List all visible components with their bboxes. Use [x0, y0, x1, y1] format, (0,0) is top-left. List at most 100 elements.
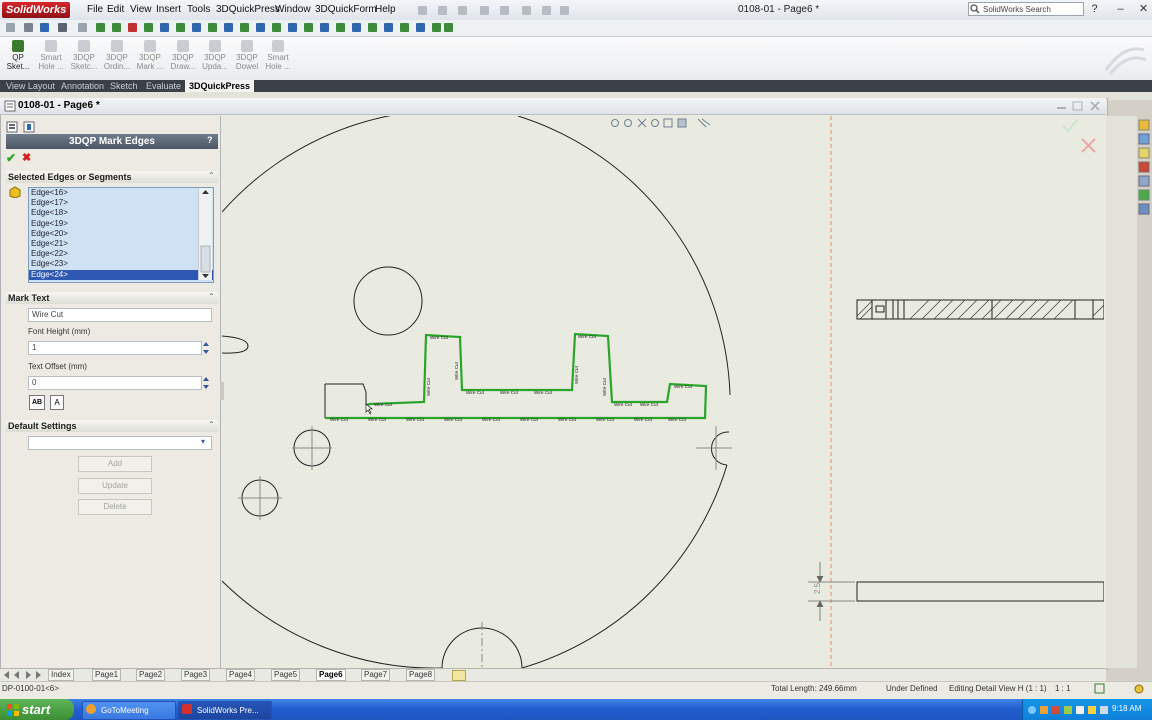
search-input[interactable]: SolidWorks Search	[968, 2, 1084, 16]
sheet-tab-page8[interactable]: Page8	[406, 669, 436, 681]
close-button[interactable]: ✕	[1137, 3, 1150, 16]
collapse-chevron-icon[interactable]: ⌃	[208, 171, 215, 180]
menu-insert[interactable]: Insert	[156, 3, 181, 17]
font-height-input[interactable]: 1	[28, 341, 202, 355]
list-item-selected[interactable]: Edge<24>	[29, 269, 213, 280]
confirm-corner-check-icon[interactable]	[1062, 119, 1078, 133]
qp-sketch-icon	[12, 40, 24, 52]
status-icons[interactable]	[1094, 683, 1148, 695]
sheet-tab-page5[interactable]: Page5	[271, 669, 301, 681]
menu-edit[interactable]: Edit	[107, 3, 124, 17]
taskbar-item-solidworks[interactable]: SolidWorks Pre...	[178, 701, 272, 720]
scrollbar-arrows[interactable]	[199, 188, 212, 280]
document-window-controls[interactable]	[1055, 100, 1103, 112]
3dqp-sketch-button[interactable]: 3DQP Sketc...	[68, 40, 100, 71]
list-item[interactable]: Edge<17>	[29, 198, 213, 208]
default-settings-select[interactable]	[28, 436, 212, 450]
mark-text-group-header[interactable]: Mark Text	[6, 292, 218, 304]
side-plate-view[interactable]	[856, 581, 1104, 602]
3dqp-dowel-button[interactable]: 3DQP Dowel	[231, 40, 263, 71]
list-item[interactable]: Edge<16>	[29, 188, 213, 198]
menu-file[interactable]: File	[87, 3, 103, 17]
confirm-corner-cancel-icon[interactable]	[1081, 138, 1096, 153]
panel-resize-handle[interactable]	[220, 382, 224, 400]
tab-view-layout[interactable]: View Layout	[2, 80, 59, 92]
qp-sketch-button[interactable]: QP Sket...	[2, 40, 34, 71]
3dqp-ordinate-icon	[111, 40, 123, 52]
help-icon[interactable]: ?	[207, 135, 213, 145]
solidworks-logo[interactable]: SolidWorks	[2, 2, 71, 18]
list-item[interactable]: Edge<21>	[29, 239, 213, 249]
toolbar-icons[interactable]	[4, 21, 454, 35]
selected-edges-group-header[interactable]: Selected Edges or Segments	[6, 171, 218, 183]
ok-check-icon[interactable]: ✔	[6, 151, 16, 165]
view-toolbar[interactable]	[611, 118, 711, 128]
sheet-tab-page2[interactable]: Page2	[136, 669, 166, 681]
font-height-spinner[interactable]	[202, 341, 210, 355]
tray-icons[interactable]	[1026, 703, 1110, 717]
delete-button[interactable]: Delete	[78, 499, 152, 515]
die-plate-view[interactable]: Wire Cut Wire Cut Wire Cut Wire Cut Wire…	[222, 116, 732, 668]
sheet-tab-page3[interactable]: Page3	[181, 669, 211, 681]
3dqp-draw-button[interactable]: 3DQP Draw...	[167, 40, 199, 71]
text-offset-input[interactable]: 0	[28, 376, 202, 390]
tab-annotation[interactable]: Annotation	[57, 80, 108, 92]
collapse-chevron-icon[interactable]: ⌃	[208, 420, 215, 429]
dowel-hole-1[interactable]	[292, 426, 332, 470]
3dqp-ordinate-button[interactable]: 3DQP Ordin...	[101, 40, 133, 71]
mark-text-input[interactable]: Wire Cut	[28, 308, 212, 322]
menu-window[interactable]: Window	[275, 3, 311, 17]
text-offset-spinner[interactable]	[202, 376, 210, 390]
menu-view[interactable]: View	[130, 3, 152, 17]
smart-hole-2-button[interactable]: Smart Hole ...	[262, 40, 294, 71]
sheet-tab-page4[interactable]: Page4	[226, 669, 256, 681]
text-style-ab-button[interactable]: AB	[29, 395, 45, 410]
help-button[interactable]: ?	[1088, 3, 1101, 16]
add-sheet-icon[interactable]	[452, 670, 466, 681]
menu-3dquickform[interactable]: 3DQuickForm	[315, 3, 377, 17]
3dqp-sketch-icon	[78, 40, 90, 52]
mouse-cursor	[365, 403, 373, 415]
add-button[interactable]: Add	[78, 456, 152, 472]
text-style-a-button[interactable]: A	[50, 395, 64, 410]
feature-tree-tabs[interactable]	[6, 121, 38, 133]
tab-3dquickpress[interactable]: 3DQuickPress	[185, 80, 255, 92]
menu-tools[interactable]: Tools	[187, 3, 210, 17]
edge-selection-icon	[9, 186, 21, 198]
tab-evaluate[interactable]: Evaluate	[142, 80, 185, 92]
selected-edges-list[interactable]: Edge<16> Edge<17> Edge<18> Edge<19> Edge…	[28, 187, 214, 283]
list-item[interactable]: Edge<23>	[29, 259, 213, 269]
list-item[interactable]: Edge<18>	[29, 208, 213, 218]
sheet-nav-arrows[interactable]	[2, 670, 46, 680]
chevron-down-icon[interactable]: ▾	[201, 437, 205, 446]
quick-access-toolbar[interactable]	[400, 3, 730, 17]
list-item[interactable]: Edge<22>	[29, 249, 213, 259]
sheet-tab-page7[interactable]: Page7	[361, 669, 391, 681]
taskbar-item-gotomeeting[interactable]: GoToMeeting	[82, 701, 176, 720]
smart-hole-button[interactable]: Smart Hole ...	[35, 40, 67, 71]
sheet-tab-page1[interactable]: Page1	[92, 669, 122, 681]
drawing-canvas[interactable]: Wire Cut Wire Cut Wire Cut Wire Cut Wire…	[222, 116, 1104, 668]
task-pane-tabs[interactable]	[1137, 116, 1151, 216]
3dqp-mark-button[interactable]: 3DQP Mark ...	[134, 40, 166, 71]
dowel-hole-3[interactable]	[696, 426, 732, 470]
dowel-hole-2[interactable]	[238, 476, 282, 520]
qp-sketch-label: QP Sket...	[6, 53, 30, 71]
minimize-button[interactable]: –	[1114, 3, 1127, 16]
large-hole[interactable]	[353, 266, 423, 336]
tab-sketch[interactable]: Sketch	[106, 80, 142, 92]
menu-help[interactable]: Help	[375, 3, 396, 17]
list-item[interactable]: Edge<20>	[29, 229, 213, 239]
collapse-chevron-icon[interactable]: ⌃	[208, 292, 215, 301]
list-item[interactable]: Edge<19>	[29, 219, 213, 229]
sheet-tab-index[interactable]: Index	[48, 669, 74, 681]
update-button[interactable]: Update	[78, 478, 152, 494]
section-view[interactable]	[856, 299, 1104, 320]
menu-3dquickpress[interactable]: 3DQuickPress	[216, 3, 280, 17]
dimension-value[interactable]: 2.5	[813, 582, 822, 594]
edges-list-scrollbar[interactable]	[198, 188, 212, 280]
sheet-tab-page6[interactable]: Page6	[316, 669, 346, 681]
3dqp-update-button[interactable]: 3DQP Upda...	[199, 40, 231, 71]
default-settings-group-header[interactable]: Default Settings	[6, 420, 218, 432]
cancel-x-icon[interactable]: ✖	[22, 151, 31, 164]
